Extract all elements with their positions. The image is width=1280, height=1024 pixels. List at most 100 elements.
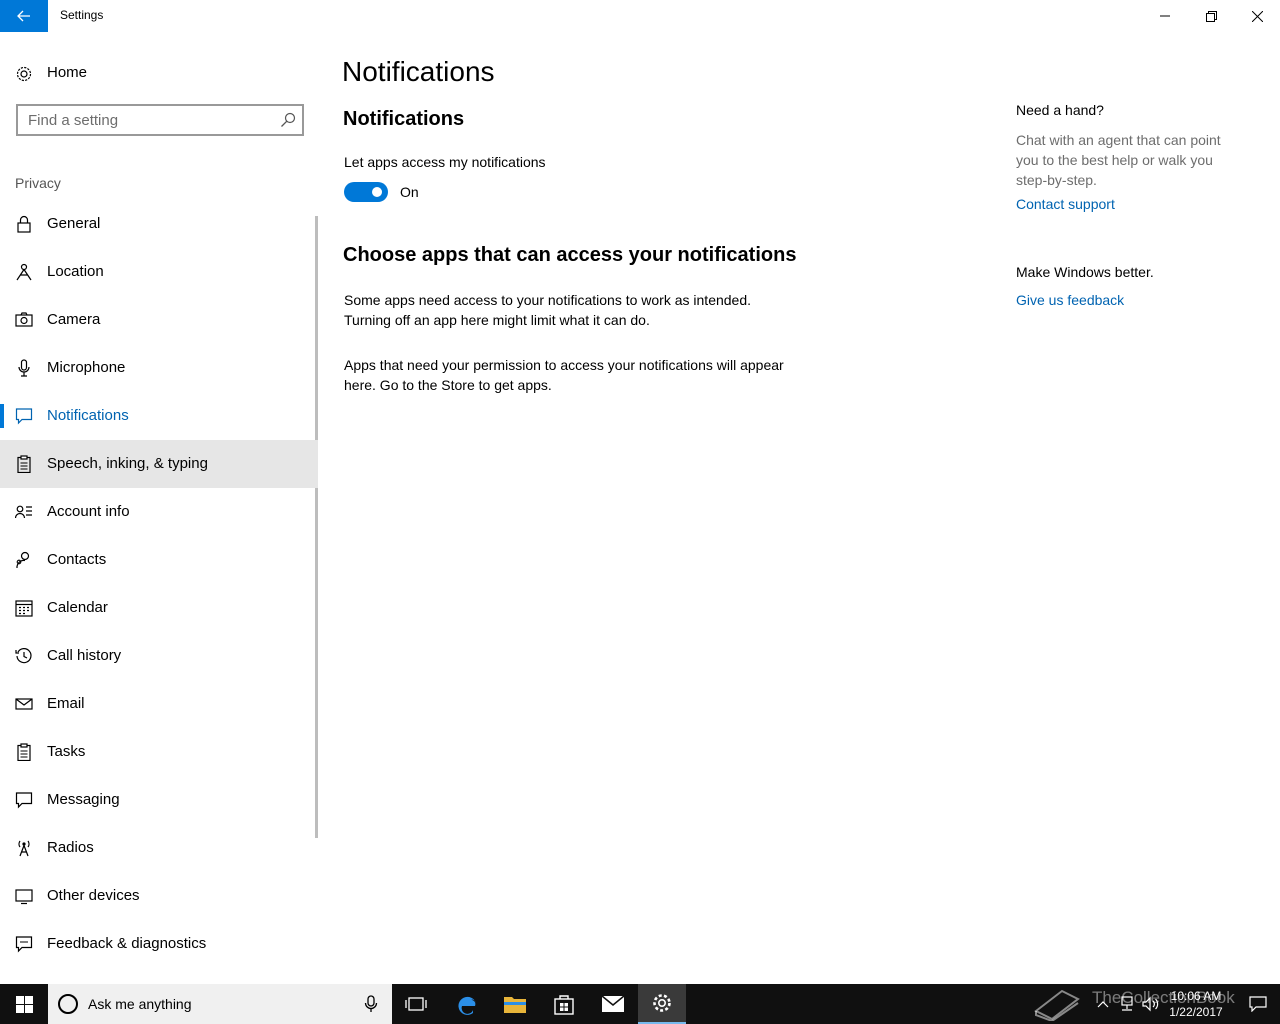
sidebar-item-contacts[interactable]: Contacts [0, 536, 318, 584]
sidebar-item-messaging[interactable]: Messaging [0, 776, 318, 824]
store-bag-icon [554, 995, 574, 1015]
sidebar-item-label: Contacts [47, 551, 107, 568]
sidebar-item-label: Microphone [47, 359, 126, 376]
sidebar: Home Privacy General Location Camera Mic… [0, 32, 320, 984]
sidebar-item-feedback-diagnostics[interactable]: Feedback & diagnostics [0, 920, 318, 968]
windows-logo-icon [15, 995, 33, 1013]
search-input[interactable] [18, 106, 270, 134]
minimize-icon [1160, 15, 1170, 17]
toggle-label: Let apps access my notifications [344, 154, 546, 170]
taskbar: Ask me anything TheCollectionBook 10:06 … [0, 984, 1280, 1024]
gear-icon [653, 994, 671, 1012]
task-view-icon [405, 997, 427, 1011]
sidebar-item-location[interactable]: Location [0, 248, 318, 296]
section-title-choose-apps: Choose apps that can access your notific… [343, 244, 797, 266]
microphone-icon [18, 359, 30, 377]
gear-icon [16, 66, 32, 82]
mail-button[interactable] [589, 984, 637, 1024]
search-icon[interactable] [280, 112, 296, 128]
minimize-button[interactable] [1142, 0, 1188, 32]
folder-icon [504, 997, 526, 1013]
description-paragraph: Some apps need access to your notificati… [344, 292, 752, 328]
history-icon [15, 648, 32, 664]
sidebar-item-label: Messaging [47, 791, 120, 808]
toggle-knob [372, 187, 382, 197]
empty-apps-paragraph: Apps that need your permission to access… [344, 357, 784, 393]
feedback-icon [15, 936, 33, 953]
back-button[interactable] [0, 0, 48, 32]
store-button[interactable] [540, 984, 588, 1024]
give-feedback-link[interactable]: Give us feedback [1016, 292, 1124, 308]
sidebar-item-camera[interactable]: Camera [0, 296, 318, 344]
search-box[interactable] [16, 104, 304, 136]
notifications-access-toggle[interactable] [344, 182, 388, 202]
sidebar-item-email[interactable]: Email [0, 680, 318, 728]
start-button[interactable] [0, 984, 48, 1024]
sidebar-item-call-history[interactable]: Call history [0, 632, 318, 680]
microphone-icon[interactable] [363, 995, 379, 1013]
file-explorer-button[interactable] [491, 984, 539, 1024]
mail-icon [601, 995, 625, 1012]
restore-icon [1205, 10, 1217, 22]
chevron-up-icon [1097, 1001, 1109, 1008]
sidebar-item-label: Location [47, 263, 104, 280]
action-center-button[interactable] [1236, 984, 1280, 1024]
edge-icon [458, 996, 476, 1015]
devices-icon [15, 889, 33, 905]
settings-taskbar-button[interactable] [638, 984, 686, 1024]
sidebar-item-label: Radios [47, 839, 94, 856]
task-view-button[interactable] [392, 984, 440, 1024]
contacts-icon [16, 551, 30, 569]
back-arrow-icon [17, 10, 30, 22]
restore-button[interactable] [1188, 0, 1234, 32]
section-title-notifications: Notifications [343, 108, 465, 130]
sidebar-item-label: Call history [47, 647, 122, 664]
sidebar-item-tasks[interactable]: Tasks [0, 728, 318, 776]
radio-icon [18, 840, 30, 857]
email-icon [15, 698, 33, 710]
network-icon [1121, 996, 1133, 1011]
network-button[interactable] [1116, 984, 1138, 1024]
show-hidden-icons-button[interactable] [1094, 984, 1112, 1024]
cortana-search-text: Ask me anything [88, 996, 192, 1012]
sidebar-item-radios[interactable]: Radios [0, 824, 318, 872]
page-title: Notifications [342, 56, 495, 87]
close-icon [1251, 10, 1263, 22]
sidebar-item-calendar[interactable]: Calendar [0, 584, 318, 632]
help-text: Chat with an agent that can point you to… [1016, 132, 1221, 188]
clock-date: 1/22/2017 [1169, 1005, 1223, 1019]
clock[interactable]: 10:06 AM 1/22/2017 [1160, 988, 1232, 1020]
sidebar-item-label: Notifications [47, 407, 129, 424]
home-nav-item[interactable]: Home [0, 56, 320, 90]
volume-icon [1142, 996, 1159, 1012]
watermark-logo [1030, 984, 1082, 1024]
title-bar: Settings [0, 0, 1280, 32]
book-icon [1034, 989, 1080, 1021]
sidebar-item-microphone[interactable]: Microphone [0, 344, 318, 392]
volume-button[interactable] [1140, 984, 1162, 1024]
sidebar-item-account-info[interactable]: Account info [0, 488, 318, 536]
notification-icon [15, 408, 33, 425]
clipboard-icon [17, 455, 31, 473]
edge-browser-button[interactable] [443, 984, 491, 1024]
close-button[interactable] [1234, 0, 1280, 32]
cortana-search-box[interactable]: Ask me anything [48, 984, 392, 1024]
app-title: Settings [60, 8, 104, 22]
location-icon [16, 263, 32, 281]
sidebar-item-speech-inking-typing[interactable]: Speech, inking, & typing [0, 440, 318, 488]
sidebar-item-label: Calendar [47, 599, 108, 616]
contact-support-link[interactable]: Contact support [1016, 196, 1115, 212]
home-label: Home [47, 64, 88, 81]
section-label: Privacy [15, 175, 61, 191]
sidebar-item-other-devices[interactable]: Other devices [0, 872, 318, 920]
privacy-nav-list: General Location Camera Microphone Notif… [0, 200, 318, 968]
account-info-icon [15, 505, 32, 519]
sidebar-item-label: Email [47, 695, 85, 712]
sidebar-item-notifications[interactable]: Notifications [0, 392, 318, 440]
sidebar-item-label: Camera [47, 311, 101, 328]
sidebar-item-label: Tasks [47, 743, 86, 760]
help-heading: Need a hand? [1016, 102, 1104, 118]
feedback-heading: Make Windows better. [1016, 264, 1154, 280]
calendar-icon [15, 600, 33, 617]
sidebar-item-general[interactable]: General [0, 200, 318, 248]
